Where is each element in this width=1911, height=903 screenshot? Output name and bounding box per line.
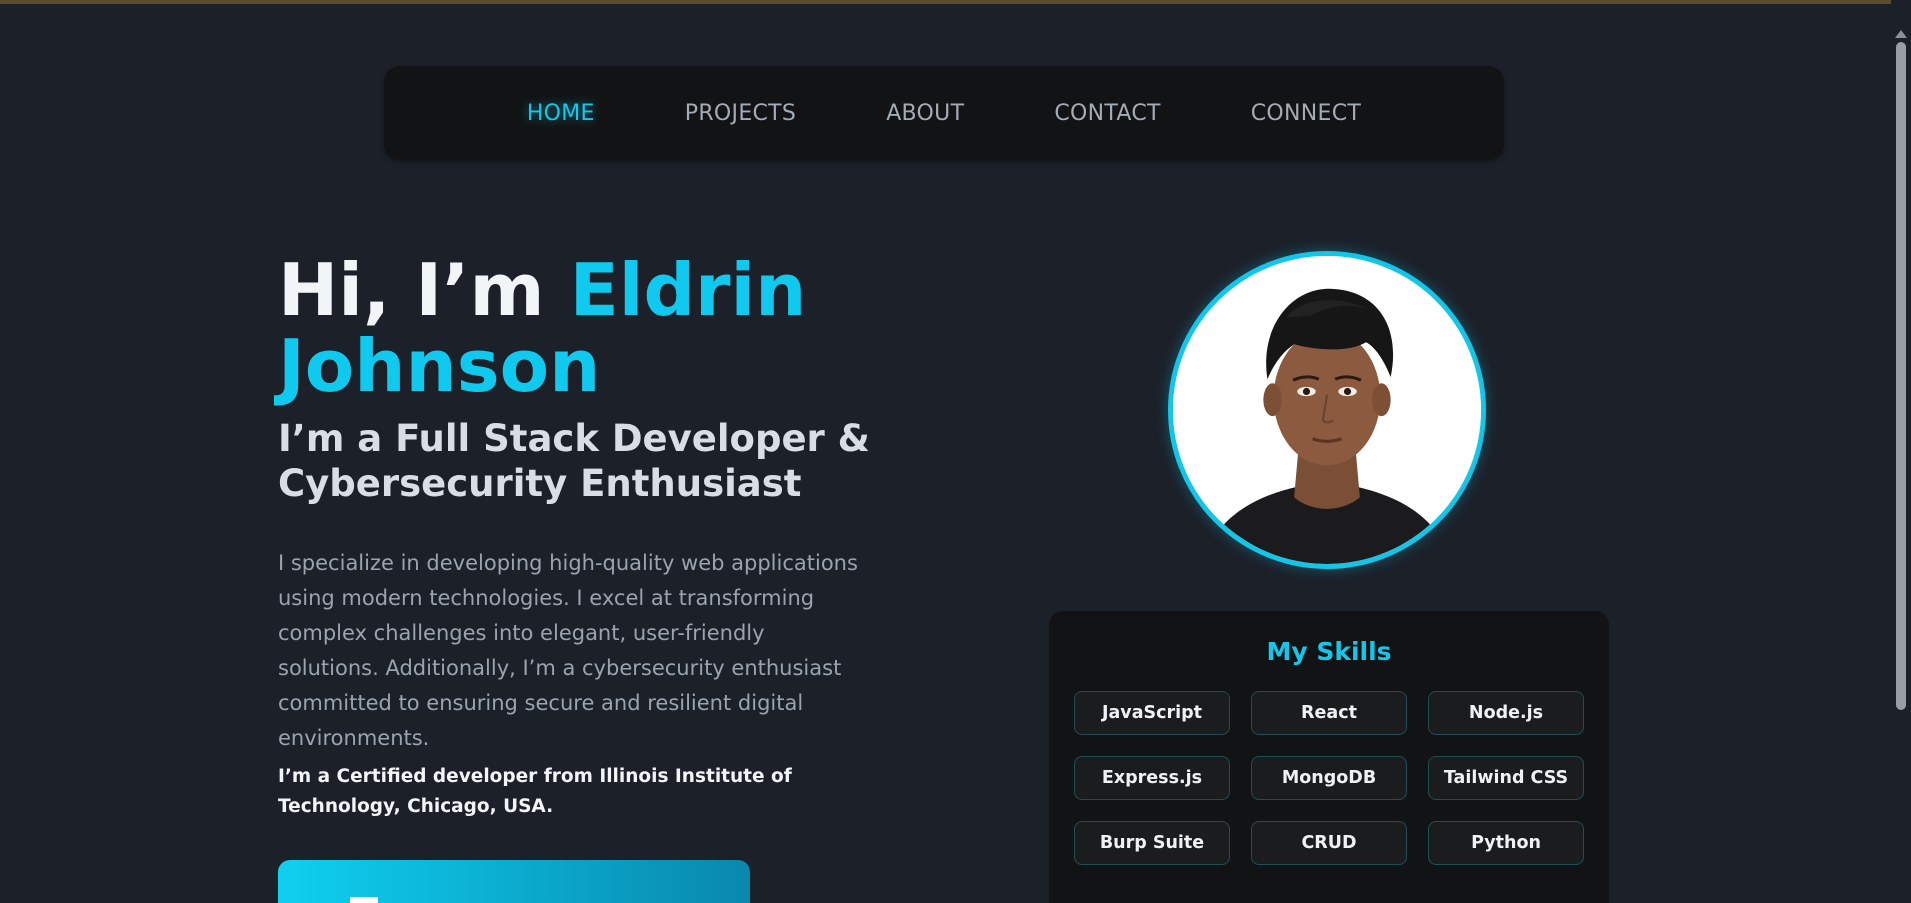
download-icon <box>350 897 378 903</box>
nav-link-contact[interactable]: CONTACT <box>1054 101 1160 126</box>
avatar <box>1168 251 1486 569</box>
skill-chip-burp-suite[interactable]: Burp Suite <box>1074 821 1230 865</box>
skill-chip-crud[interactable]: CRUD <box>1251 821 1407 865</box>
nav-link-about[interactable]: ABOUT <box>886 101 964 126</box>
hero-certification: I’m a Certified developer from Illinois … <box>278 766 792 817</box>
scrollbar[interactable] <box>1891 0 1911 903</box>
skill-chip-expressjs[interactable]: Express.js <box>1074 756 1230 800</box>
skills-title: My Skills <box>1266 637 1392 666</box>
skills-card: My Skills JavaScript React Node.js Expre… <box>1049 611 1609 903</box>
skill-chip-nodejs[interactable]: Node.js <box>1428 691 1584 735</box>
nav-link-home[interactable]: HOME <box>527 101 595 126</box>
profile-photo <box>1173 256 1481 564</box>
scroll-up-arrow-icon[interactable] <box>1895 30 1907 38</box>
scroll-thumb[interactable] <box>1896 42 1906 710</box>
skill-chip-react[interactable]: React <box>1251 691 1407 735</box>
portfolio-page: HOME PROJECTS ABOUT CONTACT CONNECT Hi, … <box>0 0 1911 903</box>
skill-chip-python[interactable]: Python <box>1428 821 1584 865</box>
skill-chip-tailwind[interactable]: Tailwind CSS <box>1428 756 1584 800</box>
hero-subtitle: I’m a Full Stack Developer & Cybersecuri… <box>278 417 870 505</box>
hero-greeting: Hi, I’m <box>278 248 570 332</box>
top-border <box>0 0 1911 4</box>
navbar: HOME PROJECTS ABOUT CONTACT CONNECT <box>384 66 1504 160</box>
nav-link-connect[interactable]: CONNECT <box>1251 101 1361 126</box>
nav-link-projects[interactable]: PROJECTS <box>685 101 796 126</box>
hero-description: I specialize in developing high-quality … <box>278 551 858 750</box>
skills-grid: JavaScript React Node.js Express.js Mong… <box>1074 691 1584 865</box>
skill-chip-javascript[interactable]: JavaScript <box>1074 691 1230 735</box>
cta-button[interactable] <box>278 860 750 903</box>
hero-title: Hi, I’m Eldrin Johnson <box>278 252 1038 404</box>
skill-chip-mongodb[interactable]: MongoDB <box>1251 756 1407 800</box>
